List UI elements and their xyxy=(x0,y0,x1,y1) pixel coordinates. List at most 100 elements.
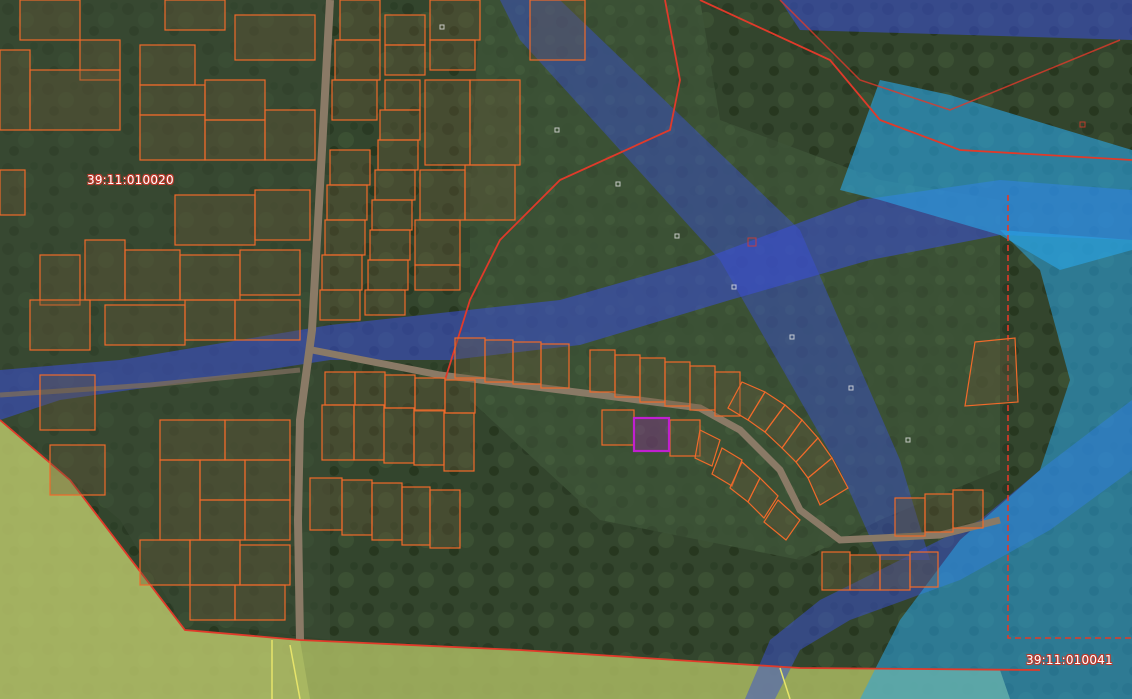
parcel xyxy=(444,379,476,414)
parcel xyxy=(414,219,461,266)
parcel xyxy=(204,119,266,161)
parcel xyxy=(464,164,516,221)
parcel xyxy=(374,169,416,201)
parcel xyxy=(39,254,81,306)
parcel xyxy=(321,404,355,461)
parcel xyxy=(139,114,206,161)
parcel xyxy=(601,409,635,446)
parcel xyxy=(371,482,403,541)
parcel xyxy=(454,337,486,379)
parcel xyxy=(414,264,461,291)
parcel xyxy=(614,354,641,398)
parcel xyxy=(244,459,291,501)
parcel xyxy=(234,584,286,621)
parcel xyxy=(104,304,186,346)
parcel xyxy=(0,49,31,131)
parcel xyxy=(199,499,246,541)
cadastral-block-label-west[interactable]: 39:11:010020 xyxy=(87,173,174,187)
parcel xyxy=(321,254,363,291)
parcel xyxy=(139,84,206,116)
parcel xyxy=(384,44,426,76)
parcel xyxy=(244,499,291,541)
parcel xyxy=(909,551,939,588)
parcel xyxy=(689,365,716,411)
parcel xyxy=(124,249,181,301)
parcel xyxy=(84,239,126,301)
parcel xyxy=(174,194,256,246)
parcel xyxy=(324,219,366,256)
parcel xyxy=(401,486,431,546)
parcel xyxy=(341,479,373,536)
parcel xyxy=(319,289,361,321)
parcel xyxy=(469,79,521,166)
parcel xyxy=(894,497,926,537)
parcel xyxy=(414,377,446,412)
parcel xyxy=(429,0,481,41)
cadastral-map[interactable]: 39:11:010020 39:11:010041 xyxy=(0,0,1132,699)
parcel xyxy=(952,489,984,529)
cadastral-block-label-southeast[interactable]: 39:11:010041 xyxy=(1026,653,1113,667)
parcel xyxy=(326,184,368,221)
parcel xyxy=(924,493,954,533)
parcel xyxy=(589,349,616,393)
parcel xyxy=(639,357,666,403)
parcel xyxy=(139,539,191,586)
parcel xyxy=(204,79,266,121)
parcel xyxy=(512,341,542,385)
parcel xyxy=(264,109,316,161)
parcel xyxy=(879,554,911,591)
parcel xyxy=(339,0,381,41)
parcel xyxy=(199,459,246,501)
parcel xyxy=(234,14,316,61)
parcel xyxy=(234,299,301,341)
parcel xyxy=(159,419,226,461)
parcel xyxy=(39,374,96,431)
parcel xyxy=(384,79,421,111)
parcels-grid-south[interactable] xyxy=(309,371,476,549)
parcel xyxy=(179,254,241,301)
parcel xyxy=(0,169,26,216)
parcel xyxy=(669,419,701,457)
parcel xyxy=(821,551,851,591)
map-canvas[interactable] xyxy=(0,0,1132,699)
parcel xyxy=(354,371,386,406)
parcel xyxy=(484,339,514,383)
parcel xyxy=(239,249,301,296)
parcel xyxy=(331,79,378,121)
parcel xyxy=(29,69,121,131)
parcel xyxy=(424,79,471,166)
parcel xyxy=(540,343,570,389)
parcel xyxy=(184,299,236,341)
parcel xyxy=(384,374,416,409)
parcel xyxy=(353,404,385,461)
parcel xyxy=(369,229,411,261)
parcel xyxy=(159,459,201,541)
parcel xyxy=(329,149,371,186)
parcel xyxy=(383,407,415,464)
parcel xyxy=(139,44,196,86)
parcel xyxy=(364,289,406,316)
parcel xyxy=(384,14,426,46)
parcel xyxy=(254,189,311,241)
parcel xyxy=(664,361,691,407)
parcel xyxy=(239,544,291,586)
parcel xyxy=(189,584,236,621)
parcel xyxy=(413,409,445,466)
parcel xyxy=(29,299,91,351)
parcel xyxy=(371,199,413,231)
parcel xyxy=(429,489,461,549)
parcel xyxy=(377,139,419,171)
parcel xyxy=(334,39,381,81)
parcel xyxy=(429,39,476,71)
parcel xyxy=(529,0,586,61)
parcel xyxy=(379,109,421,141)
parcel xyxy=(189,539,241,586)
selected-parcel[interactable] xyxy=(632,416,671,453)
parcel xyxy=(19,0,81,41)
parcel xyxy=(49,444,106,496)
parcel xyxy=(419,169,466,221)
parcel xyxy=(324,371,356,406)
parcel xyxy=(367,259,409,291)
parcel xyxy=(309,477,343,531)
parcel xyxy=(849,554,881,591)
